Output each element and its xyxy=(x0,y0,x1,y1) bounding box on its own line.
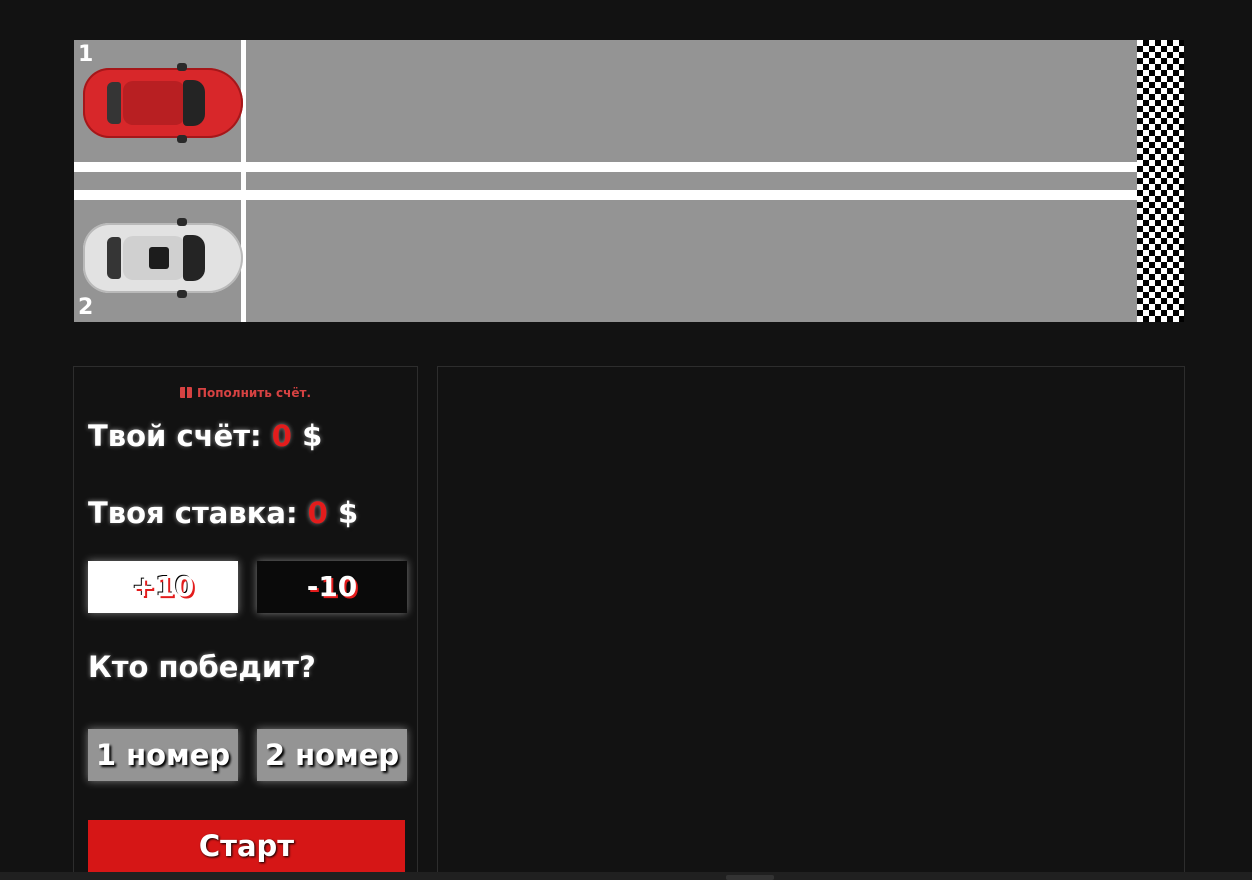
start-button[interactable]: Старт xyxy=(88,820,405,872)
car-sunroof xyxy=(149,247,169,269)
car-rear-window xyxy=(107,237,121,279)
increase-bet-button[interactable]: +10 xyxy=(88,561,238,613)
gift-icon xyxy=(179,387,192,398)
decrease-bet-button[interactable]: -10 xyxy=(257,561,407,613)
bet-line: Твоя ставка: 0 $ xyxy=(88,496,358,530)
car-mirror xyxy=(177,290,187,298)
lane-2-number: 2 xyxy=(78,295,94,320)
white-car xyxy=(83,218,243,298)
race-track: 1 2 xyxy=(74,40,1184,322)
car-mirror xyxy=(177,63,187,71)
scrollbar-thumb[interactable] xyxy=(726,875,774,880)
bet-value: 0 xyxy=(307,496,328,530)
pick-car-2-button[interactable]: 2 номер xyxy=(257,729,407,781)
balance-line: Твой счёт: 0 $ xyxy=(88,419,322,453)
pick-car-1-button[interactable]: 1 номер xyxy=(88,729,238,781)
bet-label: Твоя ставка: xyxy=(88,496,298,530)
winner-question: Кто победит? xyxy=(88,650,316,684)
car-mirror xyxy=(177,218,187,226)
car-rear-window xyxy=(107,82,121,124)
betting-panel: Пополнить счёт. Твой счёт: 0 $ Твоя став… xyxy=(73,366,418,880)
topup-link[interactable]: Пополнить счёт. xyxy=(74,386,417,400)
red-car xyxy=(83,63,243,143)
car-windshield xyxy=(183,235,205,281)
car-windshield xyxy=(183,80,205,126)
balance-label: Твой счёт: xyxy=(88,419,262,453)
results-panel xyxy=(437,366,1185,880)
finish-line-checkered xyxy=(1137,40,1184,322)
lane-1-number: 1 xyxy=(78,42,94,67)
balance-value: 0 xyxy=(271,419,292,453)
lane-divider xyxy=(74,172,1137,190)
topup-label: Пополнить счёт. xyxy=(196,386,312,400)
horizontal-scrollbar[interactable] xyxy=(0,872,1252,880)
balance-currency: $ xyxy=(302,419,323,453)
car-roof xyxy=(123,81,185,125)
bet-currency: $ xyxy=(337,496,359,530)
car-mirror xyxy=(177,135,187,143)
start-line xyxy=(241,40,246,322)
